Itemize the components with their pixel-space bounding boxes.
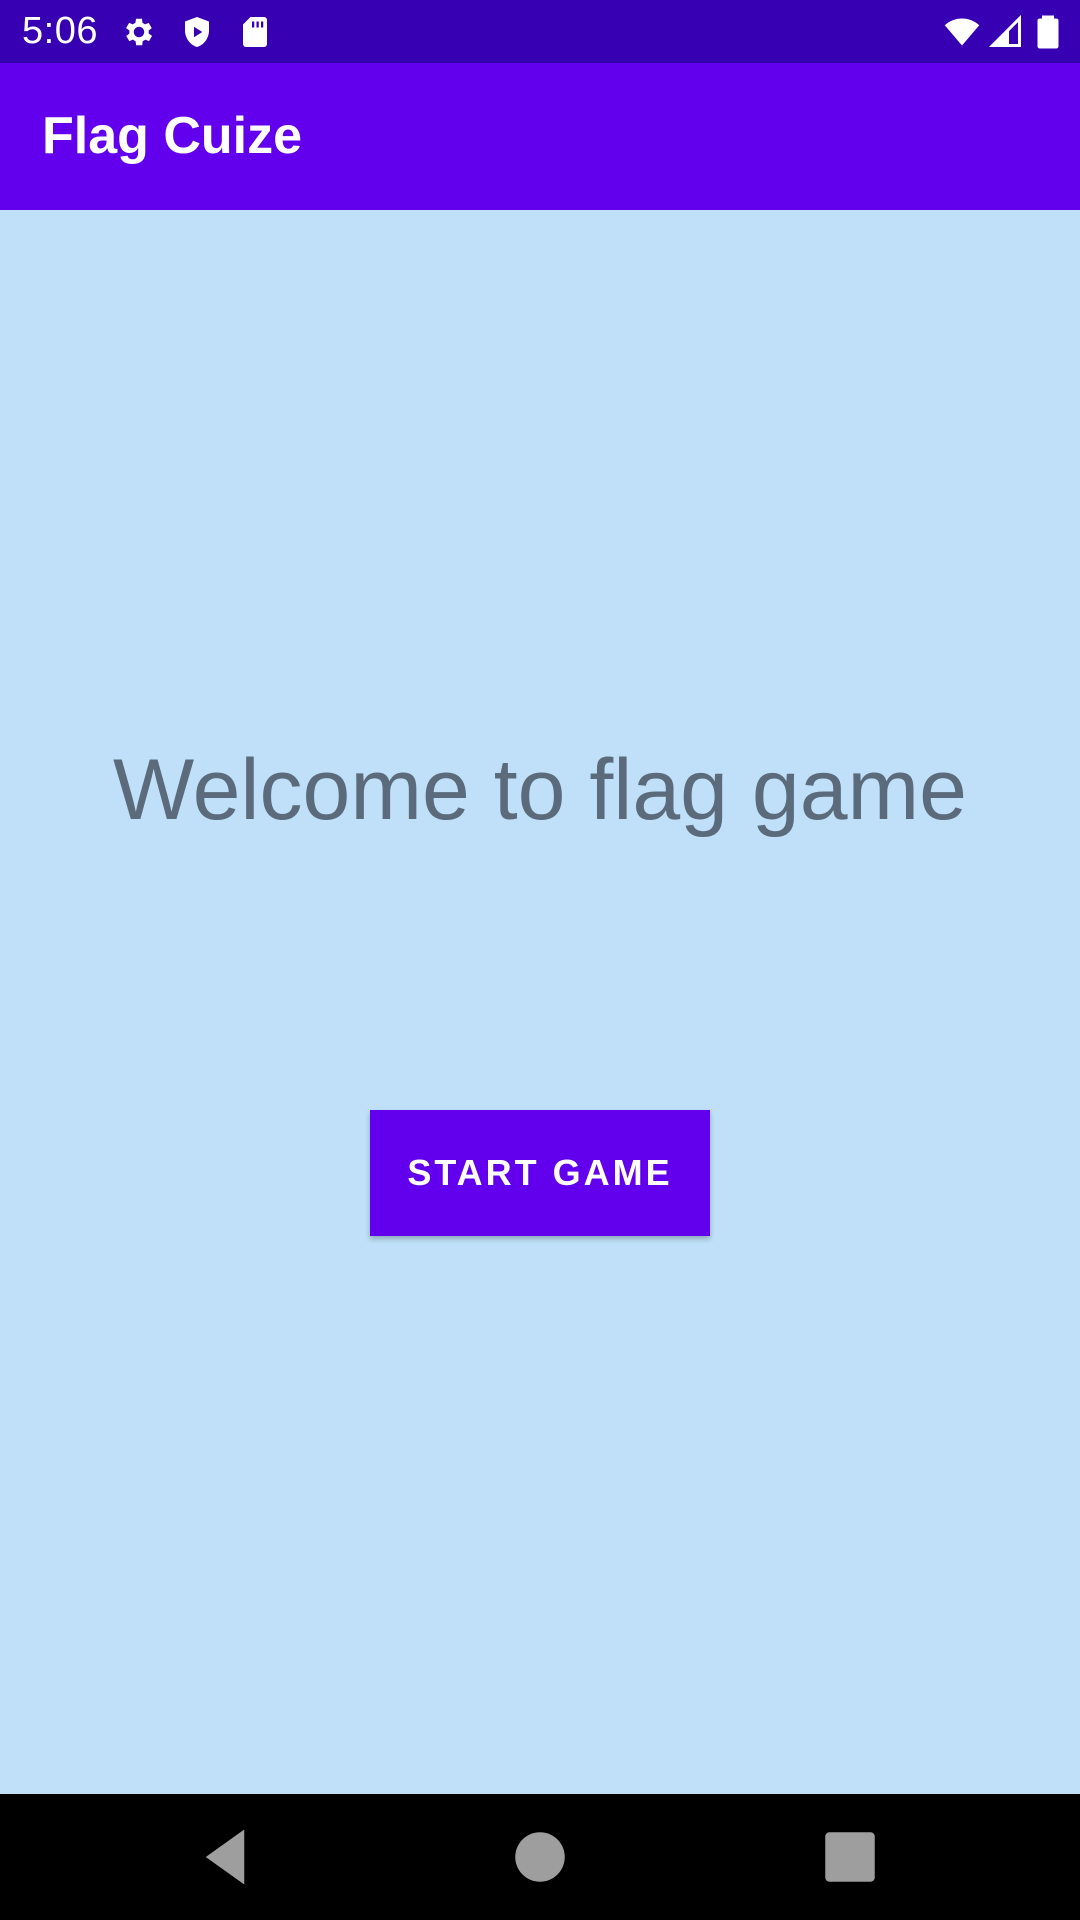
battery-icon <box>1030 14 1066 50</box>
shield-icon <box>179 14 215 50</box>
navigation-bar <box>0 1794 1080 1920</box>
wifi-icon <box>944 14 980 50</box>
app-bar: Flag Cuize <box>0 63 1080 210</box>
status-bar: 5:06 <box>0 0 1080 63</box>
back-icon[interactable] <box>192 1824 258 1890</box>
sd-card-icon <box>237 14 273 50</box>
status-time: 5:06 <box>22 10 98 52</box>
gear-icon <box>121 14 157 50</box>
home-icon[interactable] <box>507 1824 573 1890</box>
cellular-signal-icon <box>988 14 1024 50</box>
welcome-text: Welcome to flag game <box>112 742 968 838</box>
app-title: Flag Cuize <box>42 107 303 165</box>
main-content: Welcome to flag game START GAME <box>0 210 1080 1794</box>
recents-icon[interactable] <box>817 1824 883 1890</box>
start-game-button[interactable]: START GAME <box>370 1110 710 1236</box>
